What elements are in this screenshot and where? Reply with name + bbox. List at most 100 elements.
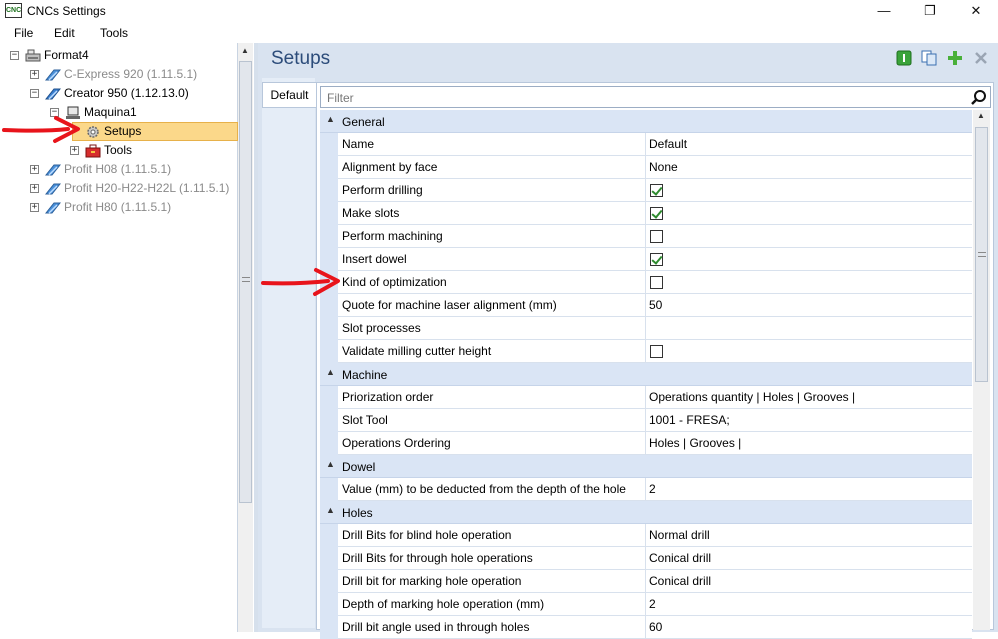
property-value[interactable]: 50 bbox=[646, 294, 972, 317]
search-icon[interactable] bbox=[970, 89, 987, 106]
tree-item-label: Profit H80 (1.11.5.1) bbox=[64, 200, 172, 214]
delete-icon[interactable] bbox=[973, 50, 989, 66]
property-row[interactable]: Drill bit angle used in through holes 60 bbox=[320, 616, 972, 639]
chevron-up-icon[interactable]: ▲ bbox=[326, 459, 335, 469]
tree-item-profit-h20[interactable]: + Profit H20-H22-H22L (1.11.5.1) bbox=[0, 179, 236, 198]
checkbox[interactable] bbox=[650, 345, 663, 358]
restore-button[interactable]: ❐ bbox=[907, 0, 953, 22]
property-value[interactable] bbox=[646, 271, 972, 294]
expand-icon[interactable]: + bbox=[30, 70, 39, 79]
property-value[interactable]: 2 bbox=[646, 593, 972, 616]
property-value[interactable]: Conical drill bbox=[646, 547, 972, 570]
checkbox[interactable] bbox=[650, 230, 663, 243]
tree-item-format4[interactable]: − Format4 bbox=[0, 46, 236, 65]
tree-item-label: Setups bbox=[104, 124, 142, 138]
tree-item-setups[interactable]: Setups bbox=[0, 122, 236, 141]
tree-scrollbar[interactable]: ▲ bbox=[238, 43, 253, 632]
property-value[interactable] bbox=[646, 340, 972, 363]
filter-input[interactable]: Filter bbox=[320, 86, 991, 108]
close-button[interactable]: ✕ bbox=[953, 0, 998, 22]
tree-item-c-express[interactable]: + C-Express 920 (1.11.5.1) bbox=[0, 65, 236, 84]
property-value[interactable]: Conical drill bbox=[646, 570, 972, 593]
property-row[interactable]: Validate milling cutter height bbox=[320, 340, 972, 363]
property-value-text: Conical drill bbox=[649, 574, 712, 588]
property-row[interactable]: Slot processes bbox=[320, 317, 972, 340]
property-row[interactable]: Insert dowel bbox=[320, 248, 972, 271]
property-row[interactable]: Depth of marking hole operation (mm) 2 bbox=[320, 593, 972, 616]
collapse-icon[interactable]: − bbox=[50, 108, 59, 117]
row-gutter bbox=[320, 524, 338, 547]
property-value[interactable]: 1001 - FRESA; bbox=[646, 409, 972, 432]
category-row[interactable]: ▲ Holes bbox=[320, 501, 972, 524]
row-gutter bbox=[320, 409, 338, 432]
property-row[interactable]: Drill Bits for through hole operations Co… bbox=[320, 547, 972, 570]
tree-item-profit-h08[interactable]: + Profit H08 (1.11.5.1) bbox=[0, 160, 236, 179]
property-row[interactable]: Alignment by face None bbox=[320, 156, 972, 179]
category-row[interactable]: ▲ General bbox=[320, 110, 972, 133]
property-value[interactable]: Default bbox=[646, 133, 972, 156]
category-row[interactable]: ▲ Machine bbox=[320, 363, 972, 386]
property-value[interactable]: Normal drill bbox=[646, 524, 972, 547]
scroll-up-icon[interactable]: ▲ bbox=[241, 46, 249, 55]
property-value-text: None bbox=[649, 160, 678, 174]
checkbox[interactable] bbox=[650, 184, 663, 197]
minimize-button[interactable]: — bbox=[861, 0, 907, 22]
property-row[interactable]: Slot Tool 1001 - FRESA; bbox=[320, 409, 972, 432]
menu-edit[interactable]: Edit bbox=[54, 26, 75, 40]
add-icon[interactable] bbox=[947, 50, 963, 66]
property-row[interactable]: Make slots bbox=[320, 202, 972, 225]
menu-file[interactable]: File bbox=[14, 26, 33, 40]
property-row[interactable]: Drill Bits for blind hole operation Norma… bbox=[320, 524, 972, 547]
property-value[interactable]: 2 bbox=[646, 478, 972, 501]
property-row[interactable]: Drill bit for marking hole operation Coni… bbox=[320, 570, 972, 593]
tab-default[interactable]: Default bbox=[262, 82, 316, 108]
window-title: CNCs Settings bbox=[27, 4, 106, 18]
collapse-icon[interactable]: − bbox=[10, 51, 19, 60]
tree-scrollbar-thumb[interactable] bbox=[239, 61, 252, 503]
category-label: Holes bbox=[342, 506, 373, 520]
property-row[interactable]: Kind of optimization bbox=[320, 271, 972, 294]
property-value[interactable]: Operations quantity | Holes | Grooves | bbox=[646, 386, 972, 409]
property-row[interactable]: Perform drilling bbox=[320, 179, 972, 202]
expand-icon[interactable]: + bbox=[30, 165, 39, 174]
property-row[interactable]: Operations Ordering Holes | Grooves | bbox=[320, 432, 972, 455]
property-value[interactable] bbox=[646, 225, 972, 248]
property-value[interactable]: 60 bbox=[646, 616, 972, 639]
property-row[interactable]: Value (mm) to be deducted from the depth… bbox=[320, 478, 972, 501]
info-icon[interactable] bbox=[896, 50, 912, 66]
tree-item-profit-h80[interactable]: + Profit H80 (1.11.5.1) bbox=[0, 198, 236, 217]
expand-icon[interactable]: + bbox=[30, 203, 39, 212]
chevron-up-icon[interactable]: ▲ bbox=[326, 114, 335, 124]
copy-icon[interactable] bbox=[921, 50, 937, 66]
chevron-up-icon[interactable]: ▲ bbox=[326, 505, 335, 515]
expand-icon[interactable]: + bbox=[70, 146, 79, 155]
checkbox[interactable] bbox=[650, 276, 663, 289]
property-value[interactable] bbox=[646, 179, 972, 202]
category-row[interactable]: ▲ Dowel bbox=[320, 455, 972, 478]
property-value[interactable] bbox=[646, 317, 972, 340]
category-label: Dowel bbox=[342, 460, 376, 474]
checkbox[interactable] bbox=[650, 207, 663, 220]
property-value[interactable] bbox=[646, 248, 972, 271]
property-name: Kind of optimization bbox=[338, 271, 646, 294]
chevron-up-icon[interactable]: ▲ bbox=[326, 367, 335, 377]
property-row[interactable]: Priorization order Operations quantity | … bbox=[320, 386, 972, 409]
property-value[interactable]: Holes | Grooves | bbox=[646, 432, 972, 455]
grid-scrollbar-thumb[interactable] bbox=[975, 127, 988, 382]
property-row[interactable]: Name Default bbox=[320, 133, 972, 156]
collapse-icon[interactable]: − bbox=[30, 89, 39, 98]
expand-icon[interactable]: + bbox=[30, 184, 39, 193]
tree-item-maquina1[interactable]: − Maquina1 bbox=[0, 103, 236, 122]
category-label: General bbox=[342, 115, 385, 129]
scroll-up-icon[interactable]: ▲ bbox=[977, 111, 985, 120]
computer-icon bbox=[25, 49, 41, 62]
menu-tools[interactable]: Tools bbox=[100, 26, 128, 40]
property-value[interactable]: None bbox=[646, 156, 972, 179]
tree-item-tools[interactable]: + Tools bbox=[0, 141, 236, 160]
grid-scrollbar[interactable]: ▲ bbox=[973, 110, 990, 630]
property-row[interactable]: Quote for machine laser alignment (mm) 50 bbox=[320, 294, 972, 317]
tree-item-creator-950[interactable]: − Creator 950 (1.12.13.0) bbox=[0, 84, 236, 103]
checkbox[interactable] bbox=[650, 253, 663, 266]
property-row[interactable]: Perform machining bbox=[320, 225, 972, 248]
property-value[interactable] bbox=[646, 202, 972, 225]
